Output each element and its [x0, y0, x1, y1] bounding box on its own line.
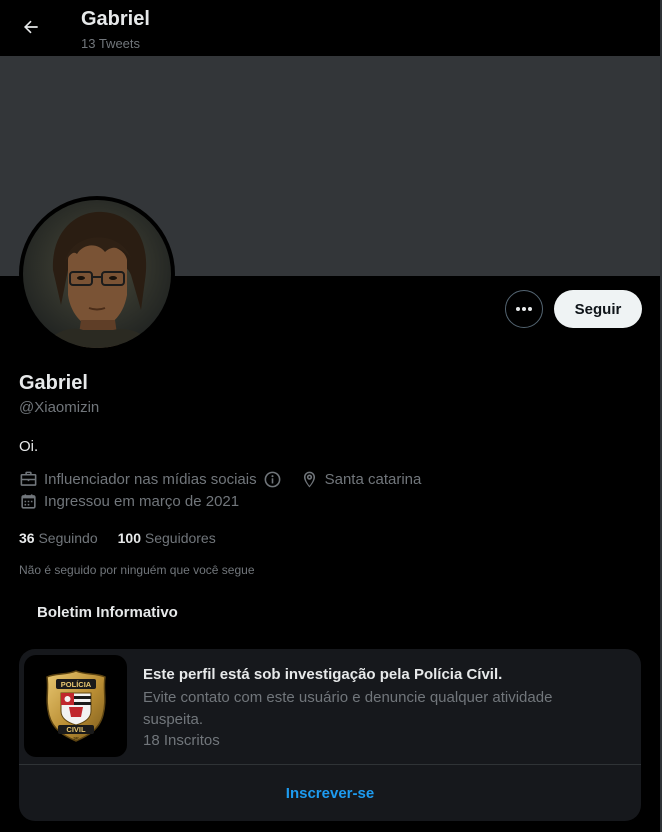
- location-pin-icon: [300, 470, 319, 489]
- badge-state-text: SP: [73, 736, 79, 741]
- newsletter-description: Evite contato com este usuário e denunci…: [143, 689, 553, 728]
- ellipsis-icon: [516, 307, 532, 311]
- profile-joined: Ingressou em março de 2021: [44, 493, 240, 510]
- profile-meta-row: Influenciador nas mídias sociais Santa c…: [19, 470, 421, 489]
- police-badge-logo: POLÍCIA CIVIL SP: [24, 655, 127, 757]
- more-options-button[interactable]: [505, 290, 543, 328]
- followers-count: 100: [117, 530, 141, 546]
- calendar-icon: [19, 492, 38, 511]
- avatar-image: [23, 200, 171, 348]
- profile-bio: Oi.: [19, 438, 39, 455]
- header-title: Gabriel: [81, 8, 150, 30]
- profile-location: Santa catarina: [324, 471, 422, 488]
- profile-name: Gabriel: [19, 372, 88, 394]
- subscribe-button[interactable]: Inscrever-se: [19, 765, 641, 821]
- arrow-left-icon: [24, 20, 38, 34]
- not-followed-note: Não é seguido por ninguém que você segue: [19, 563, 255, 577]
- followers-link[interactable]: 100 Seguidores: [118, 530, 216, 546]
- following-count: 36: [19, 530, 35, 546]
- info-icon[interactable]: [263, 470, 282, 489]
- back-button[interactable]: [14, 10, 48, 44]
- newsletter-card[interactable]: POLÍCIA CIVIL SP Este perfil está sob in…: [19, 649, 641, 821]
- header-tweet-count: 13 Tweets: [81, 36, 141, 51]
- badge-bottom-text: CIVIL: [66, 725, 86, 734]
- badge-top-text: POLÍCIA: [60, 680, 91, 689]
- profile-handle: @Xiaomizin: [19, 399, 100, 416]
- briefcase-icon: [19, 470, 38, 489]
- followers-label: Seguidores: [144, 530, 216, 546]
- following-label: Seguindo: [38, 530, 98, 546]
- follow-button[interactable]: Seguir: [554, 290, 642, 328]
- avatar[interactable]: [19, 196, 175, 352]
- newsletter-headline: Este perfil está sob investigação pela P…: [143, 666, 503, 683]
- profile-category: Influenciador nas mídias sociais: [44, 471, 257, 488]
- profile-header-bar: Gabriel 13 Tweets: [0, 0, 660, 56]
- follow-counts: 36 Seguindo 100 Seguidores: [19, 530, 236, 546]
- following-link[interactable]: 36 Seguindo: [19, 530, 98, 546]
- profile-joined-row: Ingressou em março de 2021: [19, 492, 239, 511]
- newsletter-subscriber-count: 18 Inscritos: [143, 732, 220, 749]
- newsletter-section-title: Boletim Informativo: [37, 604, 178, 621]
